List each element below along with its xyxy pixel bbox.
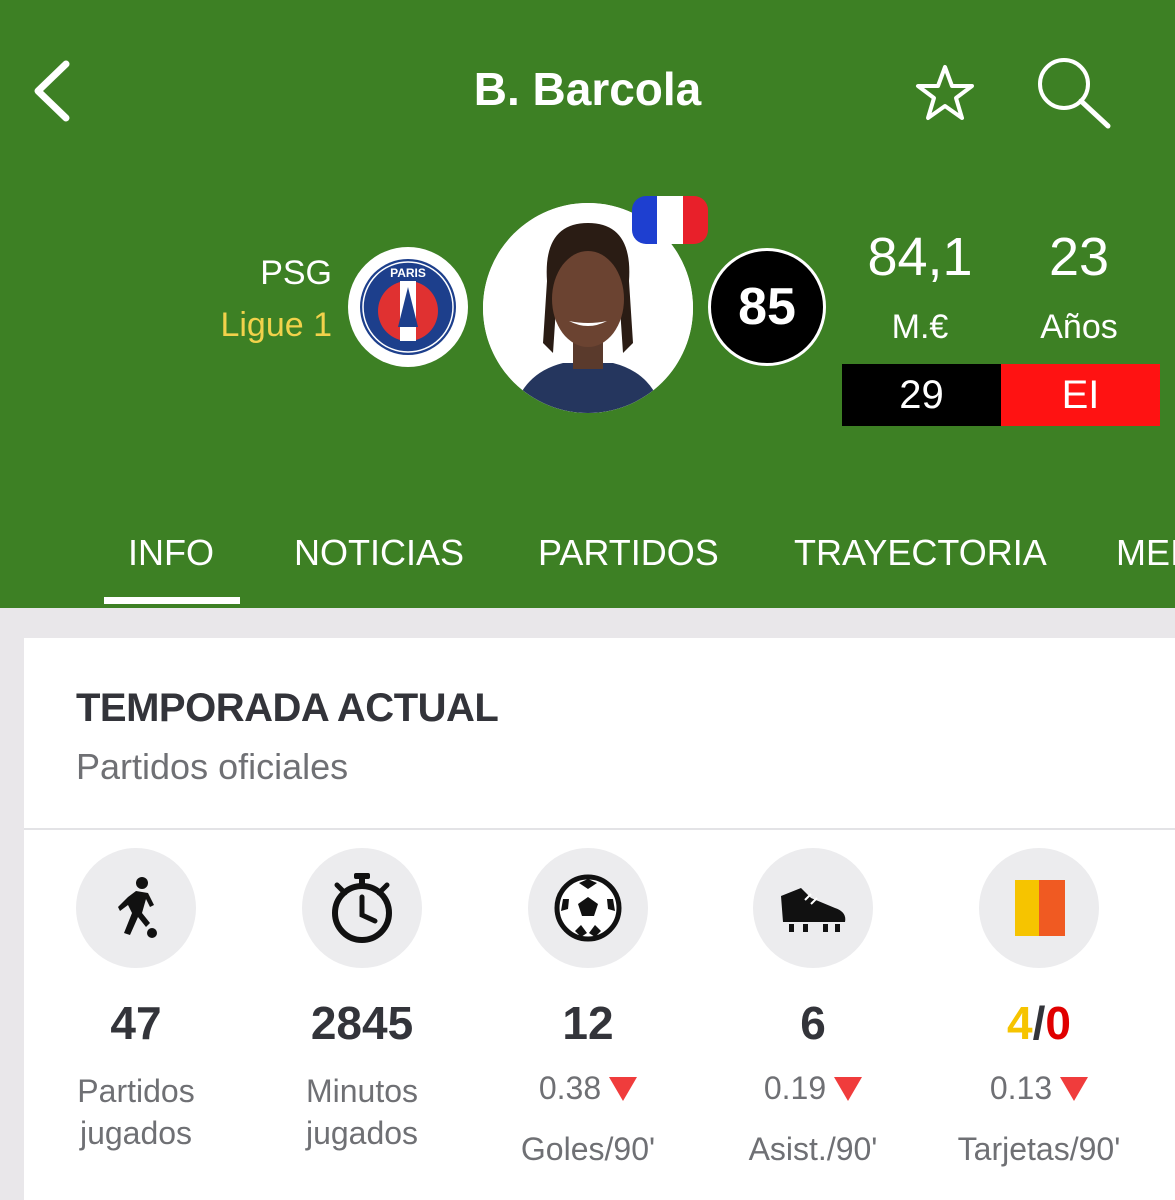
stat-goals-ratio: 0.38	[488, 1070, 688, 1107]
stat-cards-ratio: 0.13	[939, 1070, 1139, 1107]
page-title: B. Barcola	[473, 63, 702, 115]
stat-goals-label: Goles/90'	[520, 1131, 656, 1167]
red-cards-count: 0	[1045, 997, 1071, 1049]
cards-icon	[979, 848, 1099, 968]
stat-assists-label: Asist./90'	[748, 1131, 878, 1167]
trend-down-icon	[1060, 1076, 1089, 1101]
soccer-ball-icon	[528, 848, 648, 968]
star-icon	[916, 65, 974, 120]
search-icon	[1038, 58, 1111, 129]
league-name[interactable]: Ligue 1	[150, 306, 332, 345]
trend-down-icon	[834, 1076, 863, 1101]
yellow-cards-count: 4	[1007, 997, 1033, 1049]
psg-crest-icon: PARIS	[360, 259, 456, 355]
team-logo[interactable]: PARIS	[348, 247, 468, 367]
market-value-unit: M.€	[891, 308, 949, 346]
age-value: 23	[1048, 227, 1110, 287]
age-unit: Años	[1040, 308, 1118, 346]
stat-assists-ratio-value: 0.19	[763, 1070, 827, 1106]
stat-matches-value: 47	[110, 997, 162, 1049]
season-stats-card: TEMPORADA ACTUAL Partidos oficiales 47 P…	[24, 638, 1175, 1200]
stat-goals-value: 12	[562, 997, 614, 1049]
stat-cards-value: 4/0	[939, 996, 1139, 1050]
stat-minutes-value: 2845	[310, 997, 414, 1049]
position-badge: EI	[1001, 364, 1160, 426]
card-title: TEMPORADA ACTUAL	[76, 686, 499, 730]
france-flag-icon	[632, 196, 708, 244]
crest-text: PARIS	[390, 266, 426, 280]
tab-noticias[interactable]: NOTICIAS	[294, 532, 464, 574]
favorite-button[interactable]	[912, 62, 978, 124]
stat-matches-label: Partidos jugados	[21, 1070, 251, 1154]
player-header: B. Barcola PSG Ligue 1 PARIS 85 84,1 M.€…	[0, 0, 1175, 608]
shirt-number-badge: 29	[842, 364, 1001, 426]
stat-minutes-label: Minutos jugados	[305, 1073, 419, 1151]
rating-badge: 85	[708, 248, 826, 366]
stat-goals-ratio-value: 0.38	[538, 1070, 602, 1106]
trend-down-icon	[609, 1076, 638, 1101]
market-value: 84,1	[867, 227, 973, 287]
stat-matches-label-line1: Partidos	[77, 1073, 195, 1109]
search-button[interactable]	[1034, 54, 1114, 130]
active-tab-indicator	[104, 597, 240, 604]
stopwatch-icon	[302, 848, 422, 968]
card-subtitle: Partidos oficiales	[76, 746, 349, 787]
stat-matches-label-line2: jugados	[79, 1115, 193, 1151]
divider	[24, 828, 1175, 830]
tab-mei[interactable]: MEI	[1116, 532, 1175, 574]
football-boot-icon	[753, 848, 873, 968]
stat-assists-value: 6	[800, 997, 826, 1049]
stat-cards-label: Tarjetas/90'	[957, 1131, 1121, 1167]
player-dribbling-icon	[76, 848, 196, 968]
stat-assists-ratio: 0.19	[713, 1070, 913, 1107]
tab-trayectoria[interactable]: TRAYECTORIA	[794, 532, 1047, 574]
team-name[interactable]: PSG	[180, 254, 332, 293]
stat-cards-ratio-value: 0.13	[989, 1070, 1053, 1106]
tab-partidos[interactable]: PARTIDOS	[538, 532, 719, 574]
tab-info[interactable]: INFO	[128, 532, 214, 574]
cards-separator: /	[1032, 997, 1046, 1049]
